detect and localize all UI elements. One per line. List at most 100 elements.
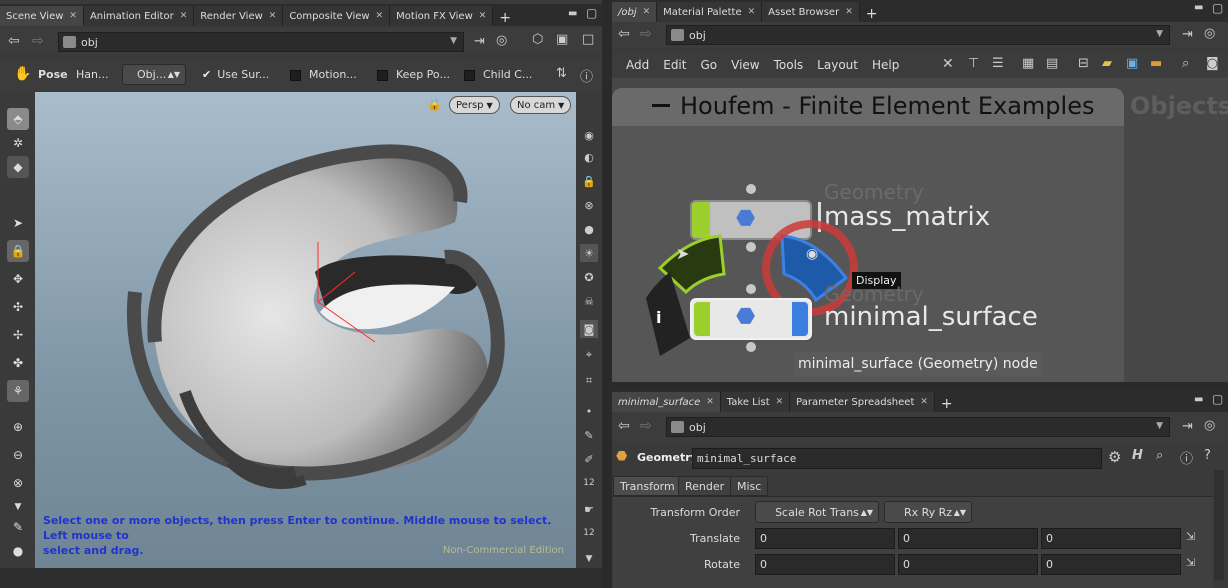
pin-icon[interactable]: ⇥	[1182, 27, 1193, 42]
maximize-icon[interactable]: ▢	[586, 6, 597, 20]
child-comp-check[interactable]: Child C...	[464, 68, 532, 81]
menu-add[interactable]: Add	[626, 58, 649, 72]
visibility-icon[interactable]: ◉	[580, 126, 598, 144]
back-arrow-icon[interactable]: ⇦	[618, 418, 630, 434]
menu-go[interactable]: Go	[700, 58, 717, 72]
sphere-icon[interactable]: ●	[7, 540, 29, 562]
magnet-icon[interactable]: ⊕	[7, 416, 29, 438]
scene-path-field[interactable]: obj ▼	[58, 32, 464, 52]
add-tab-icon[interactable]: +	[935, 396, 959, 412]
dot-icon[interactable]: •	[580, 402, 598, 420]
minimal-surface-node[interactable]: ⬣	[690, 298, 812, 340]
measure-icon[interactable]: ✎	[580, 426, 598, 444]
rotate-z-field[interactable]: 0	[1041, 554, 1181, 575]
magnet-3-icon[interactable]: ⊗	[7, 472, 29, 494]
perspective-menu[interactable]: Persp ▼	[449, 96, 500, 114]
pane-menu-icon[interactable]: ▬	[1194, 394, 1203, 405]
menu-edit[interactable]: Edit	[663, 58, 686, 72]
close-icon[interactable]: ✕	[920, 397, 928, 407]
menu-layout[interactable]: Layout	[817, 58, 858, 72]
channel-action-icon[interactable]: ⇲	[1186, 530, 1195, 543]
node-input-dot[interactable]	[746, 184, 756, 194]
close-circle-icon[interactable]: ⊗	[580, 196, 598, 214]
scale-handle-icon[interactable]: ✤	[7, 352, 29, 374]
snap-12-icon[interactable]: 12	[580, 474, 598, 492]
expand-down-icon[interactable]: ▼	[580, 550, 598, 568]
expand-down-icon[interactable]: ▼	[7, 496, 29, 518]
pane-menu-icon[interactable]: ▬	[1194, 2, 1203, 13]
sticky-note-icon[interactable]: ▰	[1102, 56, 1112, 71]
forward-arrow-icon[interactable]: ⇨	[640, 418, 652, 434]
tab-render[interactable]: Render	[678, 476, 732, 496]
tab-render-view[interactable]: Render View ✕	[194, 6, 284, 26]
display-flag-eye-icon[interactable]: ◉	[806, 246, 818, 262]
close-icon[interactable]: ✕	[845, 7, 853, 17]
snap-12b-icon[interactable]: 12	[580, 524, 598, 542]
camera-icon[interactable]: ◙	[1206, 56, 1219, 71]
tab-asset-browser[interactable]: Asset Browser ✕	[762, 2, 860, 22]
transform-order-menu[interactable]: Scale Rot Trans ▲▼	[755, 501, 879, 523]
info-icon[interactable]: i	[656, 308, 661, 327]
search-icon[interactable]: ⌕	[1182, 56, 1189, 71]
edit-icon[interactable]: ✎	[7, 516, 29, 538]
info-icon[interactable]: ⓘ	[1180, 448, 1193, 467]
light-icon[interactable]: ☀	[580, 244, 598, 262]
skull-icon[interactable]: ☠	[580, 292, 598, 310]
pose-handle-icon[interactable]: ✥	[7, 268, 29, 290]
wrench-icon[interactable]: ✕	[942, 56, 954, 72]
chevron-down-icon[interactable]: ▼	[450, 36, 457, 46]
link-icon[interactable]: ◎	[1204, 418, 1215, 433]
handles-label[interactable]: Han...	[76, 68, 108, 81]
forward-arrow-icon[interactable]: ⇨	[640, 26, 652, 42]
scene-viewport[interactable]: 🔒 Persp ▼ No cam ▼ Select one or more obje…	[35, 92, 576, 568]
close-icon[interactable]: ✕	[376, 11, 384, 21]
pane-splitter[interactable]	[602, 0, 612, 588]
collapse-icon[interactable]	[652, 104, 670, 107]
object-combo[interactable]: Obj... ▲▼	[122, 64, 186, 85]
node-input-dot[interactable]	[746, 284, 756, 294]
pin-icon[interactable]: ⇥	[1182, 419, 1193, 434]
pose-shelf-icon[interactable]: ⬘	[7, 108, 29, 130]
search-icon[interactable]: ⌕	[1156, 448, 1163, 463]
menu-tools[interactable]: Tools	[774, 58, 804, 72]
tab-minimal-surface[interactable]: minimal_surface ✕	[612, 392, 721, 412]
maximize-icon[interactable]: ▢	[1212, 1, 1223, 15]
forward-arrow-icon[interactable]: ⇨	[32, 33, 44, 49]
tab-material-palette[interactable]: Material Palette ✕	[657, 2, 763, 22]
pane-menu-icon[interactable]: ▬	[568, 8, 577, 19]
link-icon[interactable]: ◎	[496, 33, 507, 48]
pin-icon[interactable]: ⇥	[474, 34, 485, 49]
tab-scene-view[interactable]: Scene View ✕	[0, 6, 84, 26]
menu-help[interactable]: Help	[872, 58, 899, 72]
tab-transform[interactable]: Transform	[613, 476, 682, 496]
keep-pos-check[interactable]: Keep Po...	[377, 68, 450, 81]
help-icon[interactable]: ?	[1204, 448, 1211, 463]
bones-icon[interactable]: ✲	[7, 132, 29, 154]
image-icon[interactable]: ▣	[1126, 56, 1138, 71]
magnet-2-icon[interactable]: ⊖	[7, 444, 29, 466]
color-palette-icon[interactable]: ▦	[1022, 56, 1034, 71]
tab-obj[interactable]: /obj ✕	[612, 2, 658, 22]
node-output-dot[interactable]	[746, 342, 756, 352]
shading-icon[interactable]: ◐	[580, 148, 598, 166]
back-arrow-icon[interactable]: ⇦	[618, 26, 630, 42]
tab-animation-editor[interactable]: Animation Editor ✕	[83, 6, 195, 26]
close-icon[interactable]: ✕	[643, 7, 651, 17]
close-icon[interactable]: ✕	[69, 11, 77, 21]
param-path-field[interactable]: obj ▼	[666, 417, 1170, 437]
grid-icon[interactable]: ⌗	[580, 372, 598, 390]
folder-icon[interactable]: ▬	[1150, 56, 1162, 71]
help-icon[interactable]: ⓘ	[580, 66, 593, 85]
geometry-shelf-icon[interactable]: ◆	[7, 156, 29, 178]
translate-x-field[interactable]: 0	[755, 528, 895, 549]
translate-y-field[interactable]: 0	[898, 528, 1038, 549]
square-icon[interactable]: □	[582, 32, 594, 47]
settings-icon[interactable]: ⇅	[556, 66, 567, 81]
tab-composite-view[interactable]: Composite View ✕	[283, 6, 391, 26]
close-icon[interactable]: ✕	[269, 11, 277, 21]
sphere-icon[interactable]: ●	[580, 220, 598, 238]
chevron-down-icon[interactable]: ▼	[1156, 29, 1163, 39]
network-path-field[interactable]: obj ▼	[666, 25, 1170, 45]
bulb-icon[interactable]: ✪	[580, 268, 598, 286]
rotate-x-field[interactable]: 0	[755, 554, 895, 575]
